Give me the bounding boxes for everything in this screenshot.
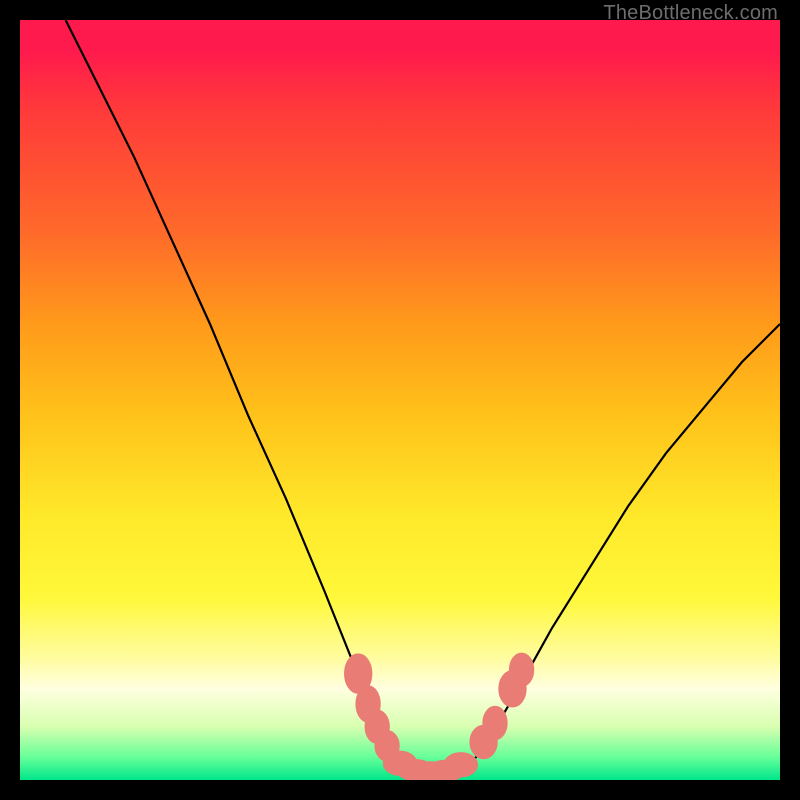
markers-group	[345, 653, 534, 780]
curve-marker	[509, 653, 533, 686]
plot-area	[20, 20, 780, 780]
bottleneck-curve	[66, 20, 780, 772]
curve-marker	[483, 706, 507, 739]
outer-frame: TheBottleneck.com	[0, 0, 800, 800]
chart-svg	[20, 20, 780, 780]
curve-marker	[444, 753, 477, 777]
watermark-text: TheBottleneck.com	[603, 2, 778, 25]
